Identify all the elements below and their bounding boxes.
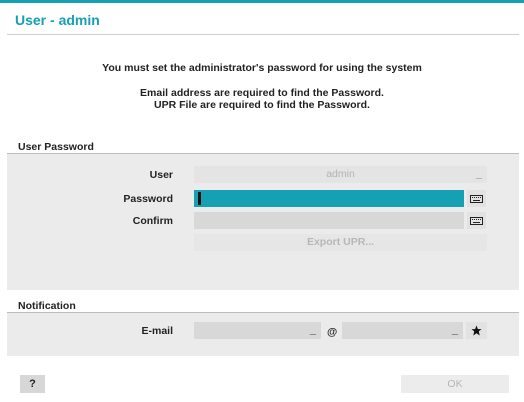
star-icon [471,325,482,336]
notification-section-label: Notification [18,300,76,312]
email-local-suffix: _ [309,324,316,336]
user-label: User [149,169,173,181]
email-at-sign: @ [327,326,338,338]
user-field: admin _ [194,166,487,183]
title-divider [7,34,519,35]
ok-button[interactable]: OK [401,375,509,393]
password-label: Password [123,193,173,205]
keyboard-icon [470,216,483,225]
confirm-label: Confirm [132,215,173,227]
user-field-suffix: _ [475,168,482,180]
password-input[interactable] [194,190,464,207]
email-requirement-message: Email address are required to find the P… [140,87,384,99]
user-value: admin [326,168,355,180]
email-label: E-mail [141,325,173,337]
confirm-keyboard-button[interactable] [467,212,486,229]
dialog-title: User - admin [15,12,100,28]
user-password-section-label: User Password [18,141,94,153]
email-domain-suffix: _ [451,324,458,336]
password-keyboard-button[interactable] [467,190,486,207]
email-domain-select-button[interactable] [466,322,487,339]
admin-password-message: You must set the administrator's passwor… [102,62,422,74]
email-local-input[interactable]: _ [194,322,321,339]
upr-requirement-message: UPR File are required to find the Passwo… [154,99,370,111]
confirm-input[interactable] [194,212,464,229]
user-admin-dialog: User - admin You must set the administra… [0,0,524,402]
text-caret [198,192,201,205]
keyboard-icon [470,194,483,203]
export-upr-button[interactable]: Export UPR... [194,234,487,251]
email-domain-input[interactable]: _ [342,322,463,339]
help-button[interactable]: ? [20,375,45,393]
